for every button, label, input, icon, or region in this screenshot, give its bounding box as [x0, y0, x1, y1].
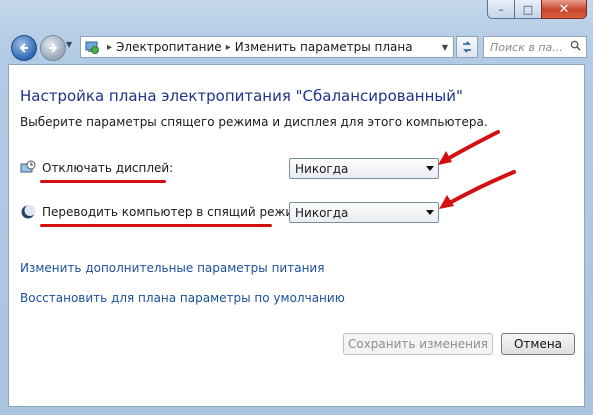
- back-button[interactable]: [11, 35, 37, 61]
- refresh-button[interactable]: [456, 36, 478, 58]
- sleep-label: Переводить компьютер в спящий режим:: [42, 205, 307, 219]
- breadcrumb-item-edit-plan[interactable]: Изменить параметры плана: [235, 40, 413, 54]
- search-input[interactable]: Поиск в па...: [483, 36, 587, 58]
- back-arrow-icon: [19, 43, 28, 53]
- advanced-settings-link[interactable]: Изменить дополнительные параметры питани…: [20, 261, 324, 275]
- page-title: Настройка плана электропитания "Сбаланси…: [20, 87, 463, 105]
- annotation-underline: [40, 224, 272, 227]
- monitor-clock-icon: [20, 160, 36, 176]
- display-off-value: Никогда: [295, 161, 349, 176]
- minimize-button[interactable]: –: [487, 0, 514, 19]
- forward-button[interactable]: [40, 35, 66, 61]
- restore-defaults-link[interactable]: Восстановить для плана параметры по умол…: [20, 291, 345, 305]
- power-plan-window: – □ ✕ ▼ ▸ Электропитание ▸ Изменить пара…: [0, 0, 593, 415]
- chevron-down-icon: [426, 210, 434, 215]
- close-button[interactable]: ✕: [541, 0, 587, 19]
- maximize-button[interactable]: □: [514, 0, 541, 19]
- title-bar: – □ ✕: [0, 0, 593, 30]
- refresh-icon: [463, 41, 471, 53]
- moon-sleep-icon: [20, 204, 36, 220]
- forward-arrow-icon: [49, 43, 58, 53]
- page-subtitle: Выберите параметры спящего режима и дисп…: [20, 115, 488, 129]
- search-icon: [570, 40, 581, 51]
- recent-pages-dropdown[interactable]: ▼: [66, 40, 72, 49]
- navigation-bar: ▼ ▸ Электропитание ▸ Изменить параметры …: [0, 30, 593, 64]
- address-bar[interactable]: ▸ Электропитание ▸ Изменить параметры пл…: [80, 36, 454, 58]
- caption-buttons: – □ ✕: [487, 0, 587, 20]
- annotation-underline: [40, 180, 166, 183]
- cancel-button[interactable]: Отмена: [501, 333, 575, 355]
- sleep-select[interactable]: Никогда: [289, 202, 439, 223]
- control-panel-icon: [84, 39, 100, 55]
- search-placeholder: Поиск в па...: [490, 40, 563, 54]
- address-dropdown-chevron-icon[interactable]: ▼: [436, 37, 453, 57]
- content-pane: Настройка плана электропитания "Сбаланси…: [8, 64, 585, 407]
- display-off-select[interactable]: Никогда: [289, 158, 439, 179]
- display-off-label: Отключать дисплей:: [42, 161, 174, 175]
- sleep-value: Никогда: [295, 205, 349, 220]
- breadcrumb-separator: ▸: [107, 41, 113, 53]
- chevron-down-icon: [426, 166, 434, 171]
- save-button[interactable]: Сохранить изменения: [343, 333, 493, 355]
- breadcrumb-item-power-options[interactable]: Электропитание: [116, 40, 222, 54]
- breadcrumb-separator[interactable]: ▸: [226, 42, 231, 53]
